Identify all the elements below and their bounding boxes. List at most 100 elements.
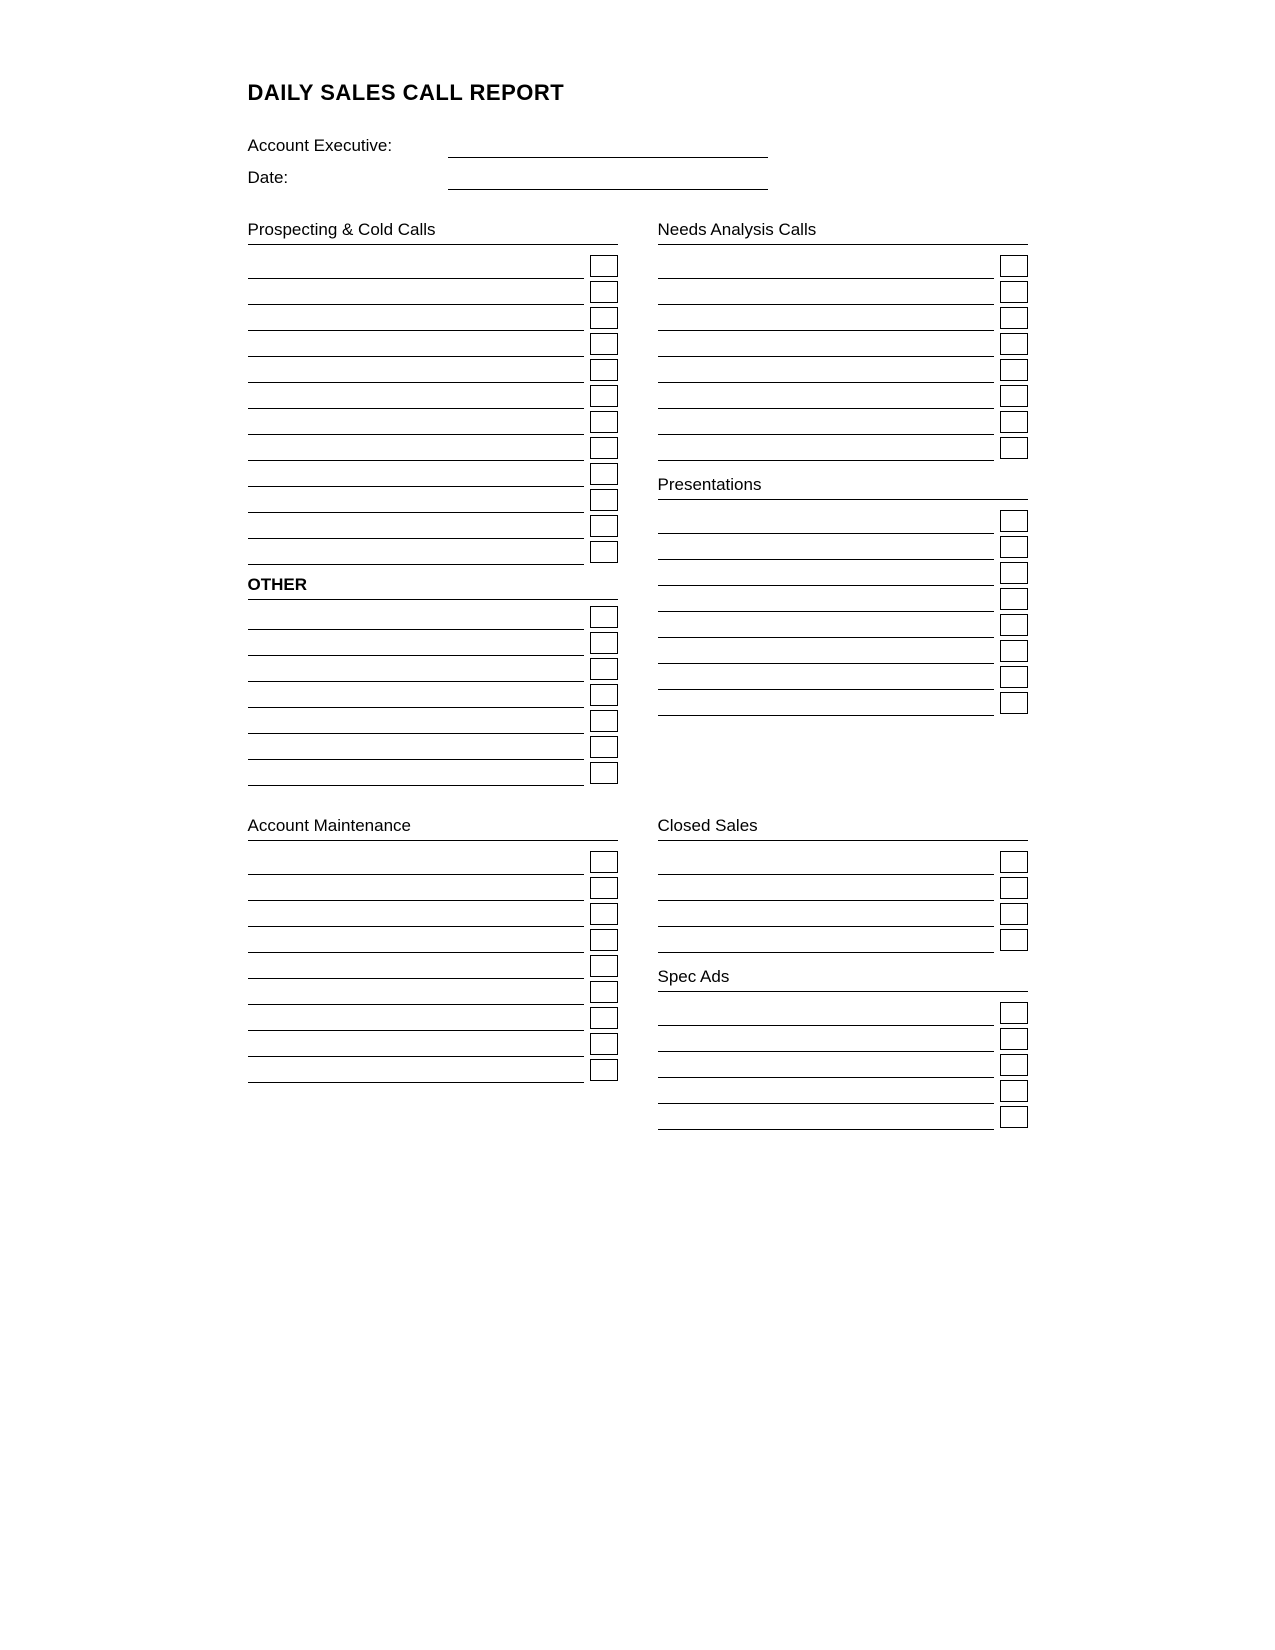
entry-box[interactable] <box>590 307 618 329</box>
entry-line[interactable] <box>248 604 584 630</box>
entry-box[interactable] <box>590 877 618 899</box>
entry-line[interactable] <box>248 1057 584 1083</box>
entry-line[interactable] <box>658 534 994 560</box>
entry-box[interactable] <box>590 1033 618 1055</box>
entry-line[interactable] <box>248 656 584 682</box>
entry-line[interactable] <box>248 539 584 565</box>
entry-box[interactable] <box>1000 614 1028 636</box>
entry-box[interactable] <box>590 710 618 732</box>
entry-line[interactable] <box>248 979 584 1005</box>
entry-box[interactable] <box>590 632 618 654</box>
entry-line[interactable] <box>658 279 994 305</box>
entry-box[interactable] <box>590 684 618 706</box>
entry-line[interactable] <box>658 927 994 953</box>
entry-line[interactable] <box>248 1031 584 1057</box>
entry-box[interactable] <box>1000 281 1028 303</box>
entry-line[interactable] <box>658 383 994 409</box>
entry-box[interactable] <box>1000 851 1028 873</box>
entry-line[interactable] <box>248 331 584 357</box>
entry-line[interactable] <box>658 560 994 586</box>
entry-box[interactable] <box>1000 903 1028 925</box>
entry-box[interactable] <box>590 437 618 459</box>
entry-line[interactable] <box>248 487 584 513</box>
entry-box[interactable] <box>590 981 618 1003</box>
entry-box[interactable] <box>590 903 618 925</box>
entry-box[interactable] <box>1000 536 1028 558</box>
account-executive-input[interactable] <box>448 138 768 158</box>
entry-line[interactable] <box>248 513 584 539</box>
entry-line[interactable] <box>248 760 584 786</box>
entry-line[interactable] <box>658 901 994 927</box>
entry-box[interactable] <box>590 515 618 537</box>
entry-line[interactable] <box>658 586 994 612</box>
entry-line[interactable] <box>248 409 584 435</box>
entry-line[interactable] <box>248 305 584 331</box>
entry-box[interactable] <box>590 658 618 680</box>
entry-line[interactable] <box>658 638 994 664</box>
entry-line[interactable] <box>658 664 994 690</box>
entry-box[interactable] <box>590 385 618 407</box>
entry-box[interactable] <box>590 929 618 951</box>
date-input[interactable] <box>448 170 768 190</box>
entry-line[interactable] <box>658 1026 994 1052</box>
entry-box[interactable] <box>1000 1106 1028 1128</box>
entry-line[interactable] <box>248 630 584 656</box>
entry-box[interactable] <box>590 541 618 563</box>
entry-box[interactable] <box>1000 1080 1028 1102</box>
entry-line[interactable] <box>658 1078 994 1104</box>
entry-line[interactable] <box>248 383 584 409</box>
entry-box[interactable] <box>1000 411 1028 433</box>
entry-box[interactable] <box>1000 1002 1028 1024</box>
entry-box[interactable] <box>1000 437 1028 459</box>
entry-box[interactable] <box>590 955 618 977</box>
entry-box[interactable] <box>590 489 618 511</box>
entry-line[interactable] <box>658 690 994 716</box>
entry-box[interactable] <box>590 281 618 303</box>
entry-line[interactable] <box>658 875 994 901</box>
entry-line[interactable] <box>658 612 994 638</box>
entry-line[interactable] <box>248 901 584 927</box>
entry-box[interactable] <box>590 851 618 873</box>
entry-line[interactable] <box>658 305 994 331</box>
entry-box[interactable] <box>1000 307 1028 329</box>
entry-box[interactable] <box>590 1007 618 1029</box>
entry-line[interactable] <box>248 708 584 734</box>
entry-box[interactable] <box>590 606 618 628</box>
entry-box[interactable] <box>590 736 618 758</box>
entry-line[interactable] <box>248 1005 584 1031</box>
entry-line[interactable] <box>658 849 994 875</box>
entry-line[interactable] <box>658 331 994 357</box>
entry-box[interactable] <box>1000 1054 1028 1076</box>
entry-line[interactable] <box>248 849 584 875</box>
entry-line[interactable] <box>658 508 994 534</box>
entry-line[interactable] <box>248 279 584 305</box>
entry-line[interactable] <box>658 1104 994 1130</box>
entry-box[interactable] <box>590 1059 618 1081</box>
entry-box[interactable] <box>590 463 618 485</box>
entry-line[interactable] <box>248 927 584 953</box>
entry-box[interactable] <box>1000 359 1028 381</box>
entry-line[interactable] <box>248 734 584 760</box>
entry-line[interactable] <box>248 461 584 487</box>
entry-box[interactable] <box>1000 877 1028 899</box>
entry-box[interactable] <box>590 762 618 784</box>
entry-line[interactable] <box>248 953 584 979</box>
entry-box[interactable] <box>1000 640 1028 662</box>
entry-box[interactable] <box>590 411 618 433</box>
entry-line[interactable] <box>658 253 994 279</box>
entry-box[interactable] <box>1000 929 1028 951</box>
entry-line[interactable] <box>658 1000 994 1026</box>
entry-box[interactable] <box>1000 255 1028 277</box>
entry-line[interactable] <box>658 435 994 461</box>
entry-line[interactable] <box>658 409 994 435</box>
entry-box[interactable] <box>1000 562 1028 584</box>
entry-box[interactable] <box>1000 692 1028 714</box>
entry-box[interactable] <box>1000 588 1028 610</box>
entry-box[interactable] <box>1000 333 1028 355</box>
entry-line[interactable] <box>658 357 994 383</box>
entry-box[interactable] <box>590 255 618 277</box>
entry-line[interactable] <box>248 357 584 383</box>
entry-box[interactable] <box>1000 510 1028 532</box>
entry-box[interactable] <box>590 333 618 355</box>
entry-line[interactable] <box>248 875 584 901</box>
